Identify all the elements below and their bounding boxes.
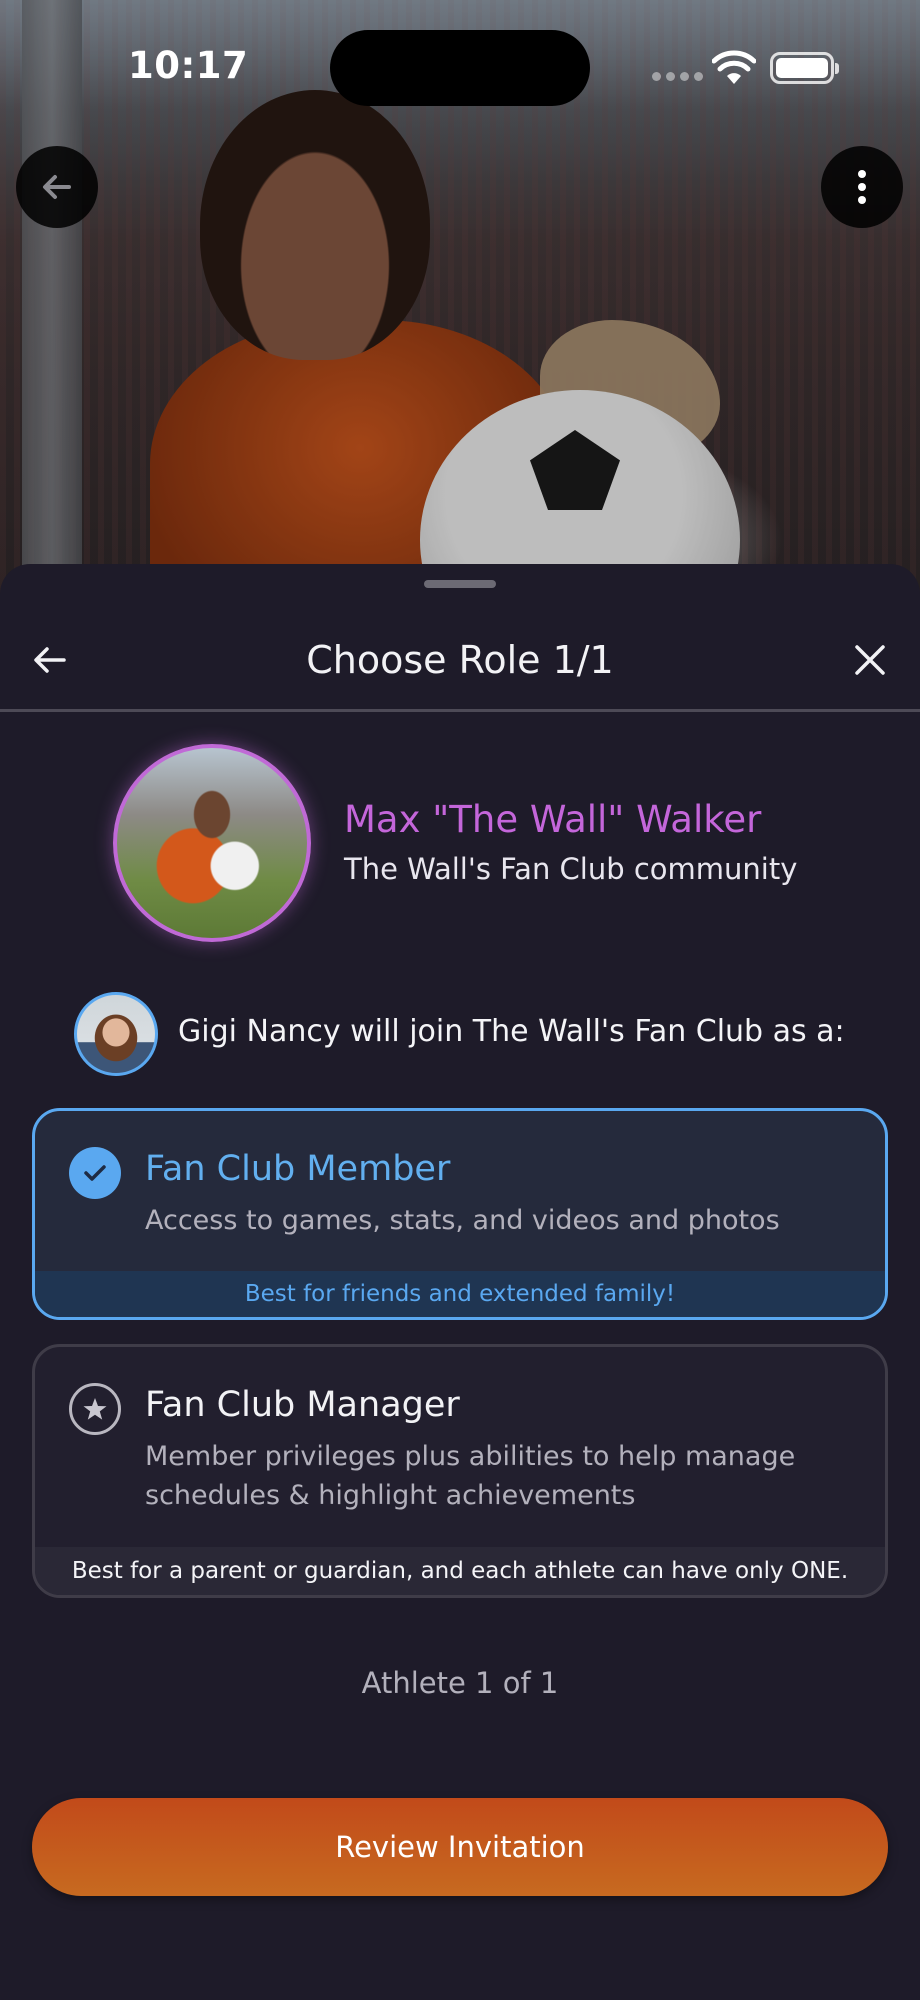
role-description: Access to games, stats, and videos and p… xyxy=(145,1205,780,1236)
athlete-community: The Wall's Fan Club community xyxy=(344,852,798,886)
check-circle-icon xyxy=(69,1147,121,1199)
role-title: Fan Club Member xyxy=(145,1149,451,1189)
role-option-fan-club-member[interactable]: Fan Club Member Access to games, stats, … xyxy=(32,1108,888,1320)
review-invitation-button[interactable]: Review Invitation xyxy=(32,1798,888,1896)
star-circle-icon xyxy=(69,1383,121,1435)
sheet-grabber[interactable] xyxy=(424,580,496,588)
cellular-signal-icon xyxy=(652,72,703,81)
invitee-role-prompt: Gigi Nancy will join The Wall's Fan Club… xyxy=(178,1014,845,1049)
athlete-avatar xyxy=(113,744,311,942)
invitee-avatar xyxy=(74,992,158,1076)
header-divider xyxy=(0,709,920,712)
battery-icon xyxy=(770,52,839,84)
dynamic-island xyxy=(330,30,590,106)
arrow-left-icon xyxy=(43,175,71,199)
wifi-icon xyxy=(712,50,756,84)
role-description: Member privileges plus abilities to help… xyxy=(145,1441,796,1511)
more-vertical-icon xyxy=(858,170,866,204)
sheet-close-button[interactable] xyxy=(848,638,892,682)
athlete-progress: Athlete 1 of 1 xyxy=(361,1666,559,1700)
role-footer-note: Best for friends and extended family! xyxy=(35,1271,885,1317)
role-title: Fan Club Manager xyxy=(145,1385,460,1425)
sheet-title: Choose Role 1/1 xyxy=(306,638,614,682)
status-time: 10:17 xyxy=(128,44,249,87)
hero-back-button[interactable] xyxy=(16,146,98,228)
role-footer-note: Best for a parent or guardian, and each … xyxy=(35,1547,885,1595)
choose-role-sheet: Choose Role 1/1 Max "The Wall" Walker Th… xyxy=(0,564,920,2000)
athlete-name: Max "The Wall" Walker xyxy=(344,798,762,841)
close-icon xyxy=(855,645,885,675)
more-options-button[interactable] xyxy=(821,146,903,228)
role-option-fan-club-manager[interactable]: Fan Club Manager Member privileges plus … xyxy=(32,1344,888,1598)
sheet-header: Choose Role 1/1 xyxy=(0,608,920,708)
